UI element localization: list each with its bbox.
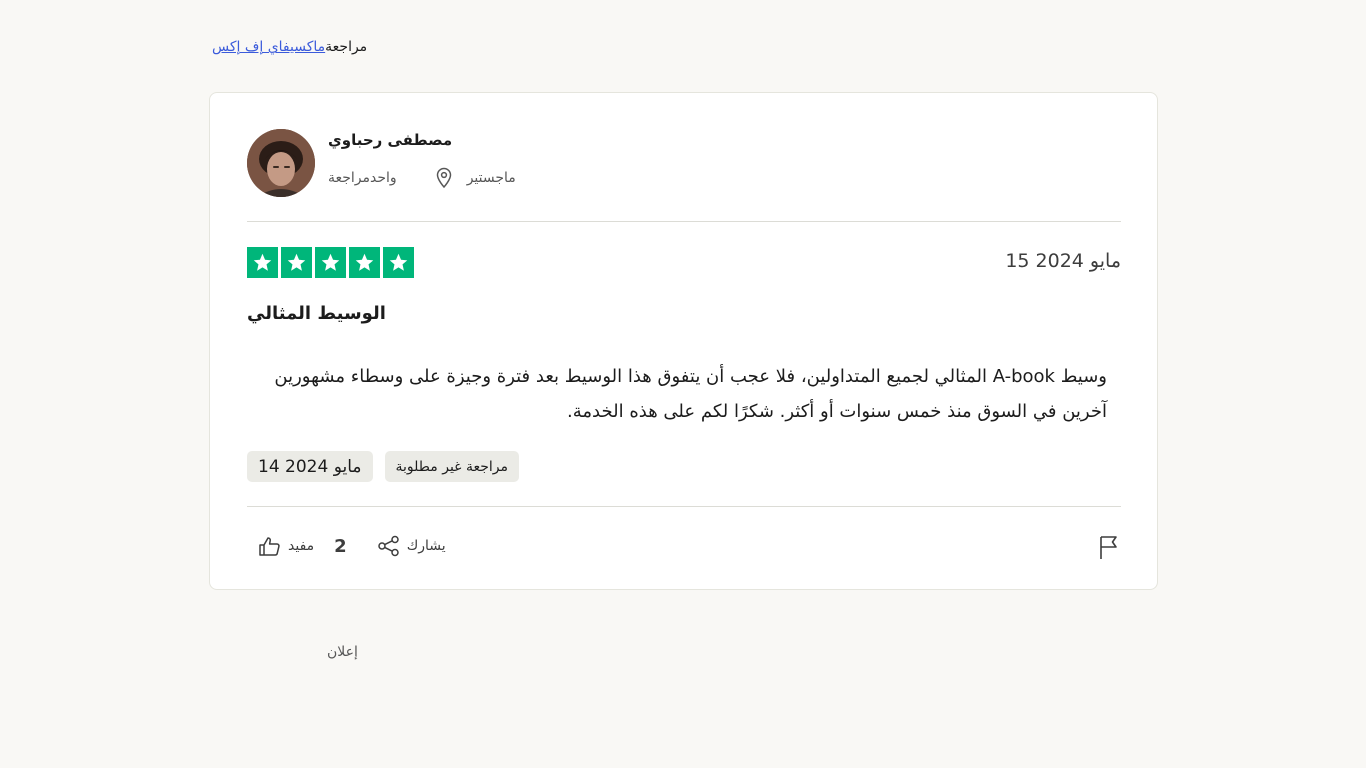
breadcrumb-current: مراجعة (325, 39, 368, 55)
unprompted-review-tag[interactable]: مراجعة غير مطلوبة (384, 451, 519, 482)
page: مراجعةماكسيفاي إف إكس مصطفى رحباوي واحدم… (0, 0, 1366, 768)
useful-label: مفيد (288, 538, 315, 554)
star-rating (247, 247, 414, 278)
divider (247, 506, 1121, 507)
share-icon (377, 535, 399, 557)
reviewer-review-count: واحدمراجعة (328, 170, 397, 186)
advertisement-label: إعلان (327, 644, 358, 660)
review-actions: مفيد 2 يشارك (258, 535, 446, 557)
review-title-wrap: الوسيط المثالي (247, 303, 386, 324)
reviewer-meta: واحدمراجعة ماجستير (328, 167, 516, 189)
breadcrumb: مراجعةماكسيفاي إف إكس (212, 39, 367, 55)
thumbs-up-icon (259, 537, 280, 556)
star-icon (315, 247, 346, 278)
divider (247, 221, 1121, 222)
star-icon (247, 247, 278, 278)
flag-icon[interactable] (1097, 534, 1121, 560)
star-icon (349, 247, 380, 278)
share-label: يشارك (406, 538, 446, 554)
share-button[interactable]: يشارك (377, 535, 446, 557)
review-card: مصطفى رحباوي واحدمراجعة ماجستير 15 مايو … (209, 92, 1158, 590)
review-body: وسيط A-book المثالي لجميع المتداولين، فل… (274, 366, 1107, 422)
reviewer-name[interactable]: مصطفى رحباوي (328, 131, 452, 149)
reviewer-location: ماجستير (466, 170, 516, 186)
useful-count: 2 (334, 535, 347, 557)
experience-date-tag: 14 مايو 2024 (247, 451, 373, 482)
star-icon (281, 247, 312, 278)
review-tags: 14 مايو 2024 مراجعة غير مطلوبة (247, 451, 519, 482)
review-title[interactable]: الوسيط المثالي (247, 303, 386, 324)
useful-button[interactable]: مفيد 2 (258, 535, 353, 557)
avatar[interactable] (247, 129, 315, 197)
review-date: 15 مايو 2024 (1005, 250, 1121, 272)
star-icon (383, 247, 414, 278)
breadcrumb-company-link[interactable]: ماكسيفاي إف إكس (212, 39, 325, 55)
location-pin-icon (436, 167, 451, 189)
